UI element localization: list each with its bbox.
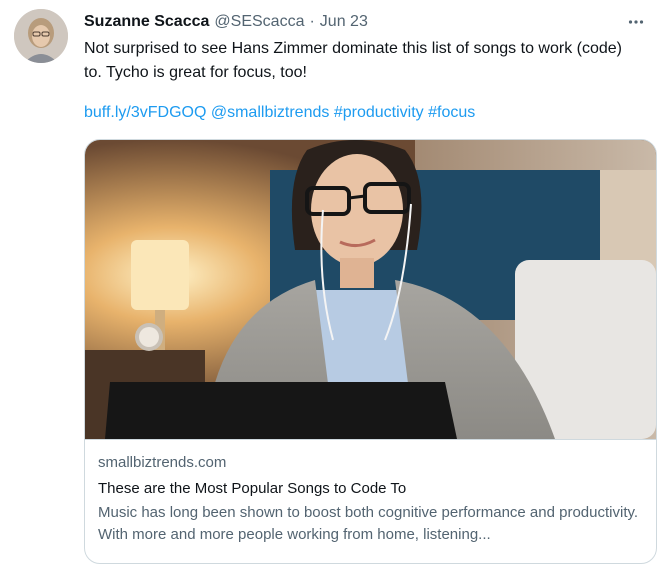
card-photo bbox=[85, 140, 656, 439]
short-url-link[interactable]: buff.ly/3vFDGOQ bbox=[84, 104, 206, 121]
card-domain: smallbiztrends.com bbox=[98, 454, 227, 471]
hashtag-link-productivity[interactable]: #productivity bbox=[334, 104, 424, 121]
avatar-image bbox=[14, 9, 68, 63]
author-display-name[interactable]: Suzanne Scacca bbox=[84, 13, 209, 31]
author-handle[interactable]: @SEScacca bbox=[214, 13, 304, 31]
tweet-text-line: to. Tycho is great for focus, too! bbox=[84, 64, 307, 81]
card-description: Music has long been shown to boost both … bbox=[98, 504, 639, 543]
tweet-text-line: Not surprised to see Hans Zimmer dominat… bbox=[84, 40, 622, 57]
separator-dot: · bbox=[309, 13, 315, 30]
tweet-date[interactable]: Jun 23 bbox=[320, 13, 368, 31]
hashtag-link-focus[interactable]: #focus bbox=[428, 104, 475, 121]
tweet-text: Not surprised to see Hans Zimmer dominat… bbox=[84, 37, 654, 85]
tweet[interactable]: Suzanne Scacca @SEScacca · Jun 23 Not su… bbox=[0, 0, 670, 569]
more-horizontal-icon[interactable] bbox=[622, 11, 650, 33]
link-preview-card[interactable]: smallbiztrends.com These are the Most Po… bbox=[84, 139, 657, 564]
mention-link[interactable]: @smallbiztrends bbox=[211, 104, 330, 121]
tweet-links: buff.ly/3vFDGOQ @smallbiztrends #product… bbox=[84, 101, 475, 125]
card-meta: smallbiztrends.com These are the Most Po… bbox=[98, 452, 646, 546]
tweet-header: Suzanne Scacca @SEScacca · Jun 23 bbox=[84, 11, 650, 33]
card-title[interactable]: These are the Most Popular Songs to Code… bbox=[98, 478, 646, 500]
avatar[interactable] bbox=[14, 9, 68, 63]
card-image[interactable] bbox=[85, 140, 656, 440]
